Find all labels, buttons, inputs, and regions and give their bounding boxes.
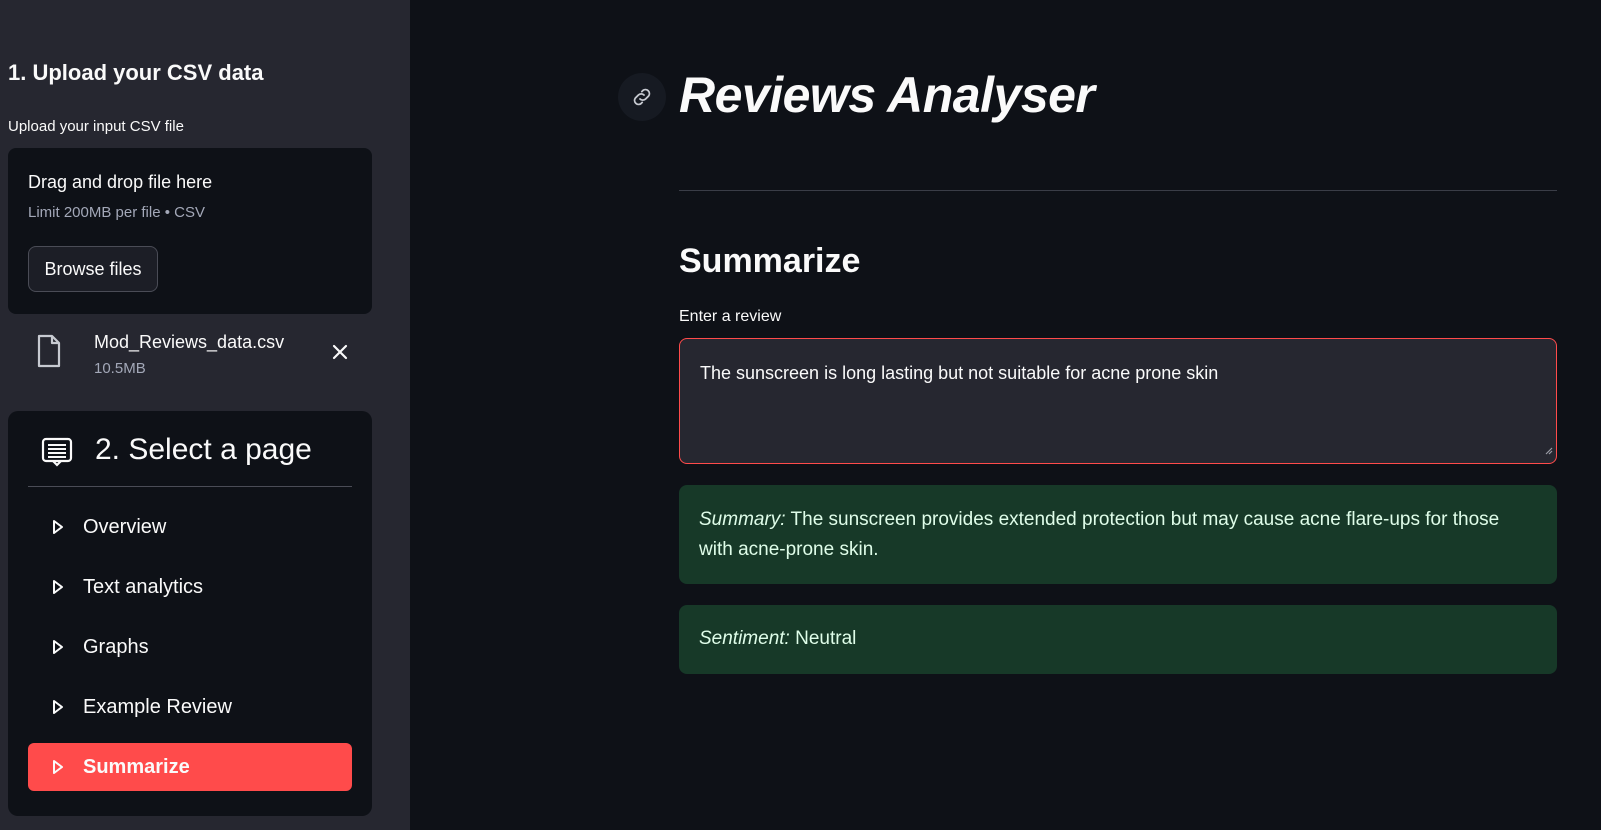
app: 1. Upload your CSV data Upload your inpu… xyxy=(0,0,1601,830)
play-outline-icon xyxy=(52,759,64,780)
resize-handle-icon[interactable] xyxy=(1543,442,1553,460)
browse-files-button[interactable]: Browse files xyxy=(28,246,158,292)
menu-item-label: Summarize xyxy=(83,755,190,778)
file-name: Mod_Reviews_data.csv xyxy=(94,332,285,352)
summary-alert: Summary: The sunscreen provides extended… xyxy=(679,485,1557,584)
summary-text: The sunscreen provides extended protecti… xyxy=(699,509,1500,560)
upload-label: Upload your input CSV file xyxy=(8,118,184,135)
play-outline-icon xyxy=(52,579,64,600)
title-divider xyxy=(679,190,1557,191)
review-textarea[interactable]: The sunscreen is long lasting but not su… xyxy=(679,338,1557,464)
menu-item-label: Example Review xyxy=(83,695,232,718)
uploaded-file: Mod_Reviews_data.csv 10.5MB xyxy=(8,326,372,386)
link-icon[interactable] xyxy=(618,73,666,121)
upload-heading: 1. Upload your CSV data xyxy=(8,60,264,85)
play-outline-icon xyxy=(52,699,64,720)
menu-item-label: Graphs xyxy=(83,635,149,658)
file-icon xyxy=(36,334,62,373)
sentiment-text: Neutral xyxy=(795,628,857,649)
dropzone-limit: Limit 200MB per file • CSV xyxy=(28,204,205,221)
dropzone-title: Drag and drop file here xyxy=(28,172,213,192)
menu-card-icon xyxy=(41,437,73,472)
sentiment-alert: Sentiment: Neutral xyxy=(679,605,1557,674)
close-icon[interactable] xyxy=(328,340,352,364)
menu-item-example-review[interactable]: Example Review xyxy=(28,683,352,731)
section-heading: Summarize xyxy=(679,242,861,280)
review-text: The sunscreen is long lasting but not su… xyxy=(700,363,1219,383)
sidebar: 1. Upload your CSV data Upload your inpu… xyxy=(0,0,410,830)
menu-item-text-analytics[interactable]: Text analytics xyxy=(28,563,352,611)
page-menu: 2. Select a page Overview Text analytics… xyxy=(8,411,372,816)
menu-title: 2. Select a page xyxy=(95,433,312,466)
menu-item-label: Text analytics xyxy=(83,575,204,598)
menu-item-graphs[interactable]: Graphs xyxy=(28,623,352,671)
menu-divider xyxy=(28,486,352,487)
review-input-label: Enter a review xyxy=(679,308,782,325)
summary-label: Summary: xyxy=(699,509,786,530)
menu-item-overview[interactable]: Overview xyxy=(28,503,352,551)
menu-item-summarize[interactable]: Summarize xyxy=(28,743,352,791)
page-title: Reviews Analyser xyxy=(679,67,1095,123)
sentiment-label: Sentiment: xyxy=(699,628,790,649)
menu-item-label: Overview xyxy=(83,515,167,538)
file-dropzone[interactable]: Drag and drop file here Limit 200MB per … xyxy=(8,148,372,314)
file-size: 10.5MB xyxy=(94,360,146,377)
play-outline-icon xyxy=(52,639,64,660)
play-outline-icon xyxy=(52,519,64,540)
